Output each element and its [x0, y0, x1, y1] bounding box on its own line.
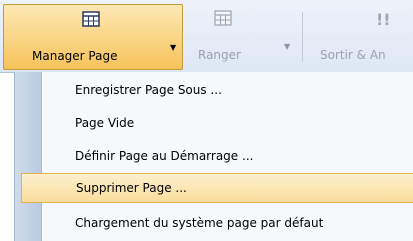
sortir-label: Sortir & An [320, 48, 386, 62]
manager-page-button[interactable]: Manager Page ▼ [3, 4, 183, 70]
manager-page-label: Manager Page [32, 49, 118, 63]
menu-item-definir-page-demarrage[interactable]: Définir Page au Démarrage ... [41, 141, 413, 171]
menu-item-chargement-page-defaut[interactable]: Chargement du système page par défaut [41, 208, 413, 238]
ranger-button[interactable]: Ranger ▼ [190, 4, 300, 68]
menu-item-page-vide[interactable]: Page Vide [41, 108, 413, 138]
dropdown-menu: Enregistrer Page Sous ... Page Vide Défi… [14, 72, 413, 241]
ranger-label: Ranger [198, 48, 241, 62]
chevron-down-icon[interactable]: ▼ [284, 42, 290, 51]
ribbon-toolbar: Manager Page ▼ Ranger ▼ !! Sortir & An [0, 0, 413, 73]
grid-table-icon [82, 11, 100, 27]
menu-item-enregistrer-page-sous[interactable]: Enregistrer Page Sous ... [41, 75, 413, 105]
menu-icon-strip [15, 72, 42, 241]
grid-table-icon [214, 10, 232, 26]
menu-item-supprimer-page[interactable]: Supprimer Page ... [21, 173, 413, 203]
toolbar-separator [302, 12, 303, 62]
exclamation-icon: !! [376, 10, 391, 29]
sortir-button[interactable]: !! Sortir & An [310, 4, 413, 68]
chevron-down-icon[interactable]: ▼ [170, 43, 176, 52]
